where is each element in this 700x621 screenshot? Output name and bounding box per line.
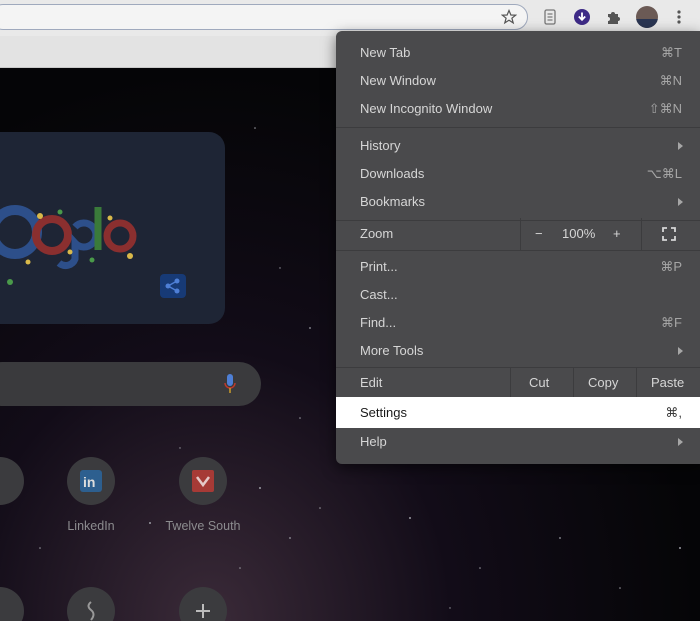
menu-item-new-tab[interactable]: New Tab ⌘T [336, 39, 700, 67]
menu-item-label: Help [360, 434, 387, 449]
menu-item-label: Print... [360, 259, 398, 274]
menu-item-shortcut: ⌘T [661, 45, 682, 60]
shortcut-label: Twelve South [165, 519, 241, 533]
fullscreen-icon[interactable] [662, 227, 676, 241]
menu-item-label: Settings [360, 405, 407, 420]
chrome-main-menu: New Tab ⌘T New Window ⌘N New Incognito W… [336, 31, 700, 464]
shortcut-tile-twelve-south[interactable]: Twelve South [148, 457, 258, 533]
share-icon [165, 278, 180, 294]
menu-item-shortcut: ⌘N [659, 73, 682, 88]
zoom-row: Zoom − 100% + [336, 218, 700, 250]
google-search-box[interactable] [0, 362, 261, 406]
menu-item-label: Find... [360, 315, 397, 330]
more-vertical-icon[interactable] [670, 8, 688, 26]
submenu-arrow-icon [678, 198, 683, 206]
menu-item-shortcut: ⌘P [660, 259, 682, 274]
menu-item-shortcut: ⌘F [661, 315, 682, 330]
submenu-arrow-icon [678, 438, 683, 446]
menu-item-label: New Incognito Window [360, 101, 493, 116]
zoom-level: 100% [562, 226, 596, 241]
extension-list-icon[interactable] [541, 8, 559, 26]
menu-item-label: History [360, 138, 401, 153]
menu-item-shortcut: ⌘, [665, 405, 682, 420]
edit-row: Edit Cut Copy Paste [336, 367, 700, 399]
twelve-south-icon [192, 470, 214, 492]
google-doodle-card[interactable] [0, 132, 225, 324]
share-doodle-button[interactable] [160, 274, 186, 298]
microphone-icon[interactable] [224, 373, 236, 395]
menu-item-new-window[interactable]: New Window ⌘N [336, 67, 700, 95]
menu-item-bookmarks[interactable]: Bookmarks [336, 188, 700, 216]
shortcut-label: LinkedIn [67, 519, 115, 533]
link-chain-icon [87, 601, 95, 621]
plus-icon [196, 604, 210, 618]
menu-item-label: Bookmarks [360, 194, 426, 209]
menu-item-shortcut: ⇧⌘N [648, 101, 682, 116]
extensions-puzzle-icon[interactable] [605, 8, 623, 26]
menu-separator [336, 250, 700, 251]
zoom-in-button[interactable]: + [613, 218, 621, 250]
menu-item-history[interactable]: History [336, 132, 700, 160]
zoom-out-button[interactable]: − [535, 218, 543, 250]
menu-item-label: Cast... [360, 287, 398, 302]
menu-item-label: More Tools [360, 343, 424, 358]
menu-separator [336, 127, 700, 128]
copy-button[interactable]: Copy [588, 367, 618, 399]
edit-divider [573, 367, 574, 397]
zoom-divider [641, 218, 642, 250]
menu-item-more-tools[interactable]: More Tools [336, 337, 700, 365]
profile-avatar[interactable] [636, 6, 658, 28]
menu-item-label: New Tab [360, 45, 411, 60]
bookmark-star-icon[interactable] [501, 9, 517, 25]
linkedin-icon: in [80, 470, 102, 492]
menu-item-label: New Window [360, 73, 436, 88]
svg-text:in: in [83, 474, 95, 490]
submenu-arrow-icon [678, 142, 683, 150]
edit-label: Edit [360, 375, 383, 390]
twelve-south-tile-icon [179, 457, 227, 505]
submenu-arrow-icon [678, 347, 683, 355]
menu-item-new-incognito-window[interactable]: New Incognito Window ⇧⌘N [336, 95, 700, 123]
google-doodle-image [0, 205, 137, 285]
download-extension-icon[interactable] [573, 8, 591, 26]
paste-button[interactable]: Paste [651, 367, 684, 399]
zoom-divider [520, 218, 521, 250]
menu-item-find[interactable]: Find... ⌘F [336, 309, 700, 337]
linkedin-tile-icon: in [67, 457, 115, 505]
menu-item-downloads[interactable]: Downloads ⌥⌘L [336, 160, 700, 188]
cut-button[interactable]: Cut [529, 367, 549, 399]
menu-item-label: Downloads [360, 166, 425, 181]
address-bar[interactable] [0, 4, 528, 30]
shortcut-tile-linkedin[interactable]: in LinkedIn [36, 457, 146, 533]
menu-item-cast[interactable]: Cast... [336, 281, 700, 309]
zoom-label: Zoom [360, 226, 394, 241]
edit-divider [510, 367, 511, 397]
menu-item-settings[interactable]: Settings ⌘, [336, 397, 700, 428]
menu-item-help[interactable]: Help [336, 428, 700, 456]
menu-item-shortcut: ⌥⌘L [646, 166, 682, 181]
edit-divider [636, 367, 637, 397]
menu-item-print[interactable]: Print... ⌘P [336, 253, 700, 281]
